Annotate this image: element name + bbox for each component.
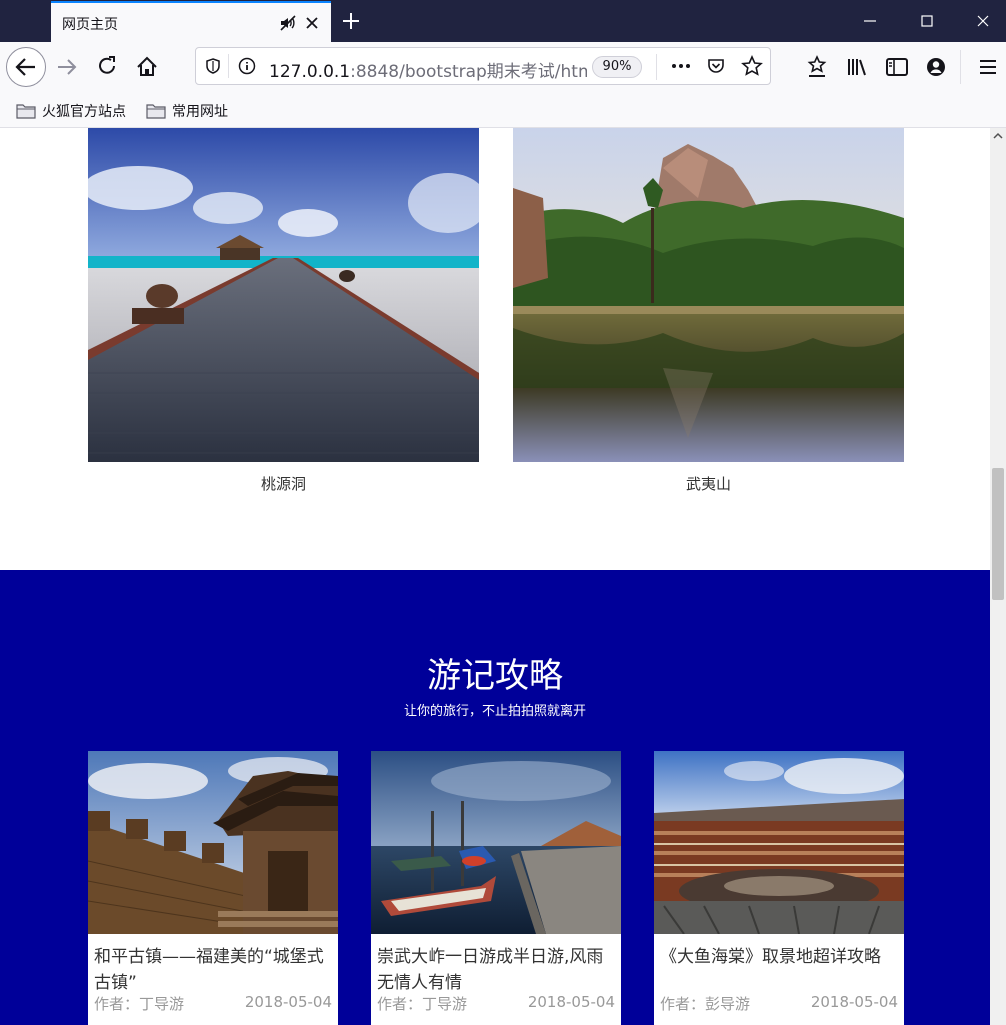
bookmarks-toolbar: 火狐官方站点 常用网址 (0, 92, 1006, 128)
harbor-boats-image (371, 751, 621, 934)
back-button[interactable] (6, 47, 46, 87)
mountain-lake-image (513, 128, 904, 462)
close-tab-icon[interactable] (303, 14, 321, 32)
bookmark-folder-common[interactable]: 常用网址 (146, 101, 228, 121)
account-icon[interactable] (922, 53, 950, 81)
page-scrollbar[interactable] (990, 128, 1006, 1025)
bookmarks-menu-icon[interactable] (803, 53, 831, 81)
card-date: 2018-05-04 (810, 993, 898, 1011)
page-actions-icon[interactable] (670, 57, 692, 75)
card-title[interactable]: 崇武大岞一日游成半日游,风雨无情人有情 (377, 944, 617, 996)
back-arrow-icon (15, 58, 35, 76)
reload-icon[interactable] (93, 53, 121, 81)
card-meta: 作者：彭导游 2018-05-04 (660, 993, 898, 1014)
scenic-caption: 武夷山 (685, 475, 731, 493)
ancient-town-image (88, 751, 338, 934)
travel-guide-section: 游记攻略 让你的旅行，不止拍拍照就离开 和平古镇——福建美的“城堡式古镇” 作者… (0, 570, 990, 1025)
travel-card[interactable]: 《大鱼海棠》取景地超详攻略 作者：彭导游 2018-05-04 (654, 751, 904, 1025)
bookmark-folder-firefox[interactable]: 火狐官方站点 (16, 101, 126, 121)
card-author: 作者：丁导游 (377, 995, 468, 1013)
new-tab-icon[interactable] (339, 9, 363, 33)
folder-icon (146, 104, 166, 119)
scenic-image-wuyishan[interactable] (513, 128, 904, 462)
card-meta: 作者：丁导游 2018-05-04 (377, 993, 615, 1014)
home-icon[interactable] (133, 53, 161, 81)
travel-card[interactable]: 崇武大岞一日游成半日游,风雨无情人有情 作者：丁导游 2018-05-04 (371, 751, 621, 1025)
url-host: 127.0.0.1 (269, 62, 351, 82)
card-date: 2018-05-04 (244, 993, 332, 1011)
travel-card[interactable]: 和平古镇——福建美的“城堡式古镇” 作者：丁导游 2018-05-04 (88, 751, 338, 1025)
info-icon[interactable] (238, 57, 256, 75)
close-window-icon[interactable] (970, 8, 996, 34)
active-tab[interactable]: 网页主页 (51, 1, 331, 42)
tulou-image (654, 751, 904, 934)
scenic-image-taoyuandong[interactable] (88, 128, 479, 462)
card-image[interactable] (654, 751, 904, 934)
title-bar: 网页主页 (0, 0, 1006, 42)
page-viewport: 桃源洞 武夷山 游记攻略 让你的旅行，不止拍拍照就离开 和平古镇——福建美的“城… (0, 128, 990, 1025)
url-bar[interactable]: 127.0.0.1:8848/bootstrap期末考试/htm 90% (195, 47, 771, 85)
sidebar-icon[interactable] (883, 53, 911, 81)
bookmark-label: 常用网址 (172, 104, 228, 120)
card-title[interactable]: 和平古镇——福建美的“城堡式古镇” (94, 944, 334, 996)
pocket-icon[interactable] (706, 56, 726, 76)
forward-icon[interactable] (53, 53, 81, 81)
scrollbar-thumb[interactable] (992, 468, 1004, 600)
pier-beach-image (88, 128, 479, 462)
scroll-up-arrow-icon[interactable] (993, 132, 1003, 140)
card-author: 作者：彭导游 (660, 995, 751, 1013)
nav-toolbar: 127.0.0.1:8848/bootstrap期末考试/htm 90% (0, 42, 1006, 92)
card-title[interactable]: 《大鱼海棠》取景地超详攻略 (660, 944, 900, 970)
tab-title: 网页主页 (62, 17, 118, 33)
section-title: 游记攻略 (427, 656, 563, 696)
card-date: 2018-05-04 (527, 993, 615, 1011)
shield-icon[interactable] (204, 57, 222, 75)
zoom-level-badge[interactable]: 90% (592, 56, 642, 78)
card-image[interactable] (371, 751, 621, 934)
mute-audio-icon[interactable] (279, 14, 297, 32)
card-image[interactable] (88, 751, 338, 934)
menu-icon[interactable] (974, 53, 1002, 81)
minimize-icon[interactable] (857, 8, 883, 34)
card-meta: 作者：丁导游 2018-05-04 (94, 993, 332, 1014)
url-path: :8848/bootstrap期末考试/htm (350, 62, 587, 82)
section-subtitle: 让你的旅行，不止拍拍照就离开 (403, 704, 586, 719)
folder-icon (16, 104, 36, 119)
library-icon[interactable] (843, 53, 871, 81)
bookmark-label: 火狐官方站点 (42, 104, 126, 120)
maximize-icon[interactable] (914, 8, 940, 34)
bookmark-star-icon[interactable] (741, 55, 763, 77)
scenic-caption: 桃源洞 (260, 475, 306, 493)
url-text[interactable]: 127.0.0.1:8848/bootstrap期末考试/htm (269, 57, 587, 82)
card-author: 作者：丁导游 (94, 995, 185, 1013)
